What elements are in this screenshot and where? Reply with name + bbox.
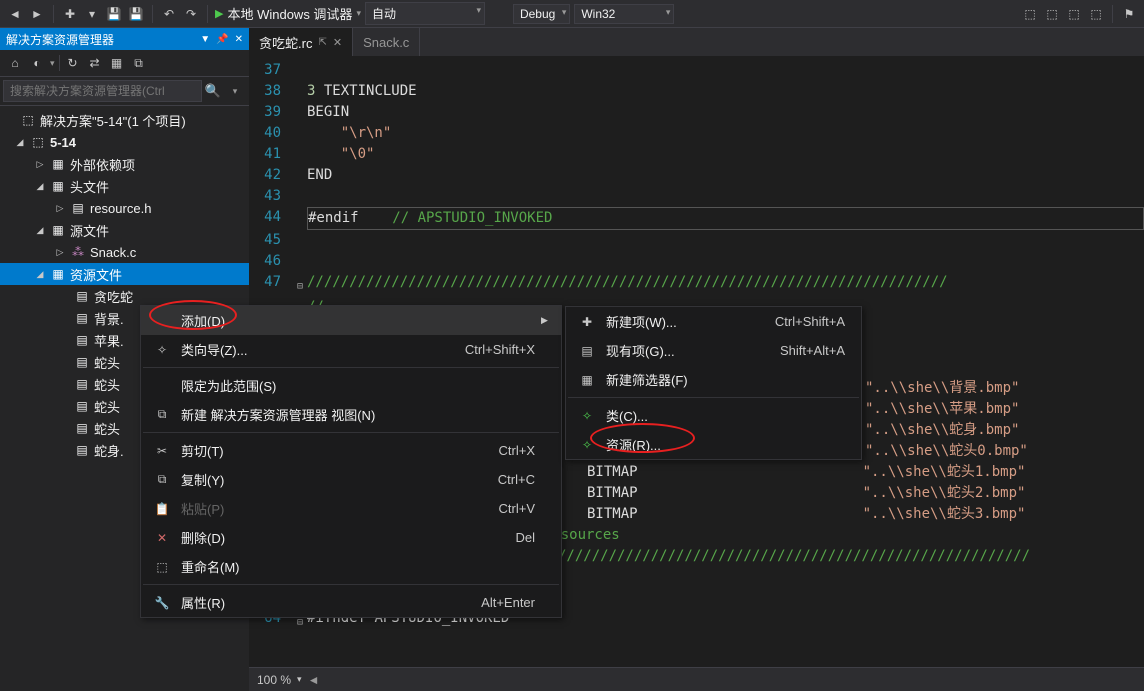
search-icon[interactable]: 🔍	[202, 80, 224, 102]
extdeps-node[interactable]: ▷▦外部依赖项	[0, 153, 249, 175]
saveall-icon[interactable]: 💾	[127, 5, 145, 23]
headers-node[interactable]: ◢▦头文件	[0, 175, 249, 197]
menu-delete[interactable]: ✕删除(D)Del	[141, 523, 561, 552]
debugger-label[interactable]: 本地 Windows 调试器	[227, 4, 352, 23]
menu-cut[interactable]: ✂剪切(T)Ctrl+X	[141, 436, 561, 465]
pin-icon[interactable]: 📌	[216, 34, 228, 45]
menu-rename[interactable]: ⬚重命名(M)	[141, 552, 561, 581]
search-box: 🔍 ▾	[0, 77, 249, 106]
tool-icon[interactable]: ⬚	[1021, 5, 1039, 23]
submenu-newitem[interactable]: ✚新建项(W)...Ctrl+Shift+A	[566, 307, 861, 336]
save-icon[interactable]: 💾	[105, 5, 123, 23]
back-icon[interactable]: ◄	[6, 5, 24, 23]
config-dropdown[interactable]: Debug	[513, 4, 570, 24]
pin-icon[interactable]: ⇱	[318, 37, 326, 48]
resourceh-node[interactable]: ▷▤resource.h	[0, 197, 249, 219]
flag-icon[interactable]: ⚑	[1120, 5, 1138, 23]
mode-dropdown[interactable]: 自动	[365, 2, 485, 25]
submenu-existing[interactable]: ▤现有项(G)...Shift+Alt+A	[566, 336, 861, 365]
submenu-class[interactable]: ✧类(C)...	[566, 401, 861, 430]
menu-newview[interactable]: ⧉新建 解决方案资源管理器 视图(N)	[141, 400, 561, 429]
search-dd-icon[interactable]: ▾	[224, 80, 246, 102]
submenu-filter[interactable]: ▦新建筛选器(F)	[566, 365, 861, 394]
tool4-icon[interactable]: ⬚	[1087, 5, 1105, 23]
tool2-icon[interactable]: ⬚	[1043, 5, 1061, 23]
tab-snack[interactable]: Snack.c	[353, 28, 420, 56]
sources-node[interactable]: ◢▦源文件	[0, 219, 249, 241]
main-toolbar: ◄ ► ✚ ▾ 💾 💾 ↶ ↷ ▶ 本地 Windows 调试器 ▾ 自动 De…	[0, 0, 1144, 28]
copy-icon[interactable]: ⧉	[130, 54, 148, 72]
open-icon[interactable]: ▾	[83, 5, 101, 23]
undo-icon[interactable]: ↶	[160, 5, 178, 23]
menu-wizard[interactable]: ✧类向导(Z)...Ctrl+Shift+X	[141, 335, 561, 364]
redo-icon[interactable]: ↷	[182, 5, 200, 23]
tool-icon[interactable]: ◐	[28, 54, 46, 72]
menu-add[interactable]: 添加(D)▶	[141, 306, 561, 335]
close-icon[interactable]: ✕	[333, 36, 342, 49]
panel-title: 解决方案资源管理器	[6, 31, 194, 48]
submenu-resource[interactable]: ✧资源(R)...	[566, 430, 861, 459]
snackc-node[interactable]: ▷⁂Snack.c	[0, 241, 249, 263]
tool3-icon[interactable]: ⬚	[1065, 5, 1083, 23]
project-node[interactable]: ◢⬚5-14	[0, 131, 249, 153]
zoom-bar: 100 % ▾ ◄	[249, 667, 1144, 691]
add-submenu: ✚新建项(W)...Ctrl+Shift+A ▤现有项(G)...Shift+A…	[565, 306, 862, 460]
fwd-icon[interactable]: ►	[28, 5, 46, 23]
solution-node[interactable]: ⬚解决方案"5-14"(1 个项目)	[0, 109, 249, 131]
panel-header: 解决方案资源管理器 ▼ 📌 ✕	[0, 28, 249, 50]
file-node[interactable]: ▤贪吃蛇	[0, 285, 249, 307]
menu-paste: 📋粘贴(P)Ctrl+V	[141, 494, 561, 523]
dropdown-icon[interactable]: ▼	[200, 34, 210, 45]
play-icon[interactable]: ▶	[215, 7, 223, 20]
editor-tabs: 贪吃蛇.rc⇱✕ Snack.c	[249, 28, 1144, 56]
menu-props[interactable]: 🔧属性(R)Alt+Enter	[141, 588, 561, 617]
context-menu: 添加(D)▶ ✧类向导(Z)...Ctrl+Shift+X 限定为此范围(S) …	[140, 305, 562, 618]
zoom-dd-icon[interactable]: ▾	[297, 674, 302, 685]
zoom-level[interactable]: 100 %	[257, 673, 291, 687]
search-input[interactable]	[3, 80, 202, 102]
refresh-icon[interactable]: ↻	[64, 54, 82, 72]
menu-scope[interactable]: 限定为此范围(S)	[141, 371, 561, 400]
platform-dropdown[interactable]: Win32	[574, 4, 674, 24]
resfiles-node[interactable]: ◢▦资源文件	[0, 263, 249, 285]
menu-copy[interactable]: ⧉复制(Y)Ctrl+C	[141, 465, 561, 494]
tab-rc[interactable]: 贪吃蛇.rc⇱✕	[249, 28, 353, 56]
showall-icon[interactable]: ▦	[108, 54, 126, 72]
panel-toolbar: ⌂ ◐ ▾ ↻ ⇄ ▦ ⧉	[0, 50, 249, 77]
sync-icon[interactable]: ⇄	[86, 54, 104, 72]
new-icon[interactable]: ✚	[61, 5, 79, 23]
close-icon[interactable]: ✕	[235, 34, 243, 45]
home-icon[interactable]: ⌂	[6, 54, 24, 72]
